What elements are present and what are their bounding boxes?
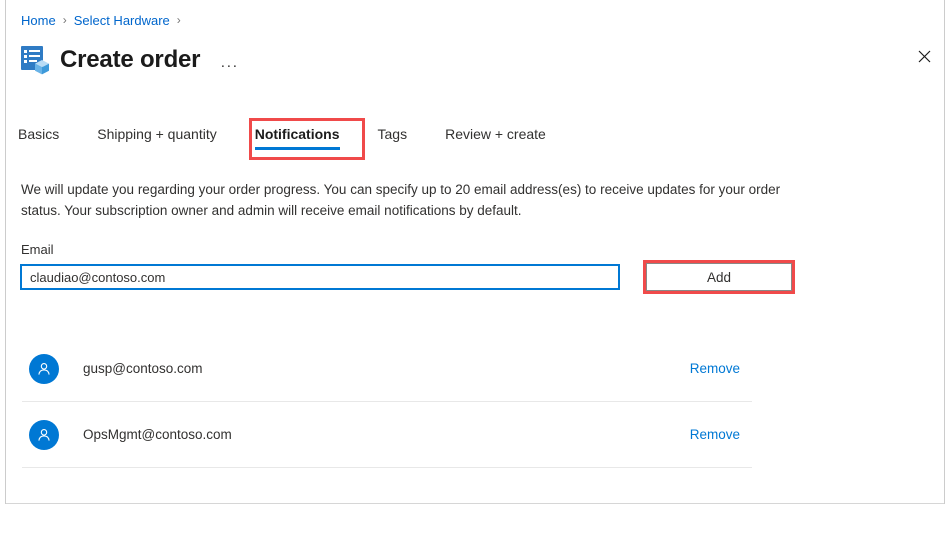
email-field-label: Email	[21, 242, 54, 257]
blade-right-border	[944, 0, 945, 548]
remove-link[interactable]: Remove	[690, 427, 740, 442]
page-title: Create order	[60, 46, 201, 73]
wizard-tabs: Basics Shipping + quantity Notifications…	[18, 123, 584, 157]
avatar	[29, 419, 59, 450]
breadcrumb-item-home[interactable]: Home	[21, 13, 56, 28]
tab-shipping-quantity[interactable]: Shipping + quantity	[97, 123, 216, 152]
tab-review-create-label: Review + create	[445, 126, 546, 142]
breadcrumb-separator-icon: ›	[176, 13, 181, 27]
more-options-icon[interactable]: ···	[220, 57, 238, 82]
tab-basics-label: Basics	[18, 126, 60, 142]
wizard-footer: Review + create < Previous Next : Tags >	[0, 504, 949, 548]
breadcrumb-item-select-hardware[interactable]: Select Hardware	[74, 13, 170, 28]
breadcrumb: Home › Select Hardware ›	[21, 10, 188, 30]
remove-link[interactable]: Remove	[690, 361, 740, 376]
tab-notifications[interactable]: Notifications	[254, 123, 340, 152]
order-form-box-icon	[18, 42, 54, 78]
list-item: gusp@contoso.com Remove	[22, 336, 752, 402]
tab-review-create[interactable]: Review + create	[445, 123, 546, 152]
recipients-list: gusp@contoso.com Remove OpsMgmt@contoso.…	[22, 336, 752, 468]
page-title-row: Create order ···	[18, 38, 238, 82]
blade-left-border	[5, 0, 6, 548]
avatar	[29, 353, 59, 384]
tab-shipping-quantity-label: Shipping + quantity	[97, 126, 217, 142]
recipient-email: gusp@contoso.com	[83, 361, 203, 376]
email-input[interactable]	[20, 264, 620, 290]
add-button[interactable]: Add	[646, 263, 792, 291]
tab-tags-label: Tags	[377, 126, 408, 142]
breadcrumb-separator-icon: ›	[62, 13, 67, 27]
recipient-email: OpsMgmt@contoso.com	[83, 427, 232, 442]
tab-basics[interactable]: Basics	[18, 123, 59, 152]
tab-notifications-label: Notifications	[254, 126, 340, 142]
tab-active-underline	[254, 147, 340, 150]
list-item: OpsMgmt@contoso.com Remove	[22, 402, 752, 468]
create-order-blade: Home › Select Hardware › Create order ··…	[0, 0, 949, 548]
close-icon[interactable]	[908, 40, 940, 72]
tab-tags[interactable]: Tags	[378, 123, 408, 152]
notifications-description: We will update you regarding your order …	[21, 182, 781, 218]
